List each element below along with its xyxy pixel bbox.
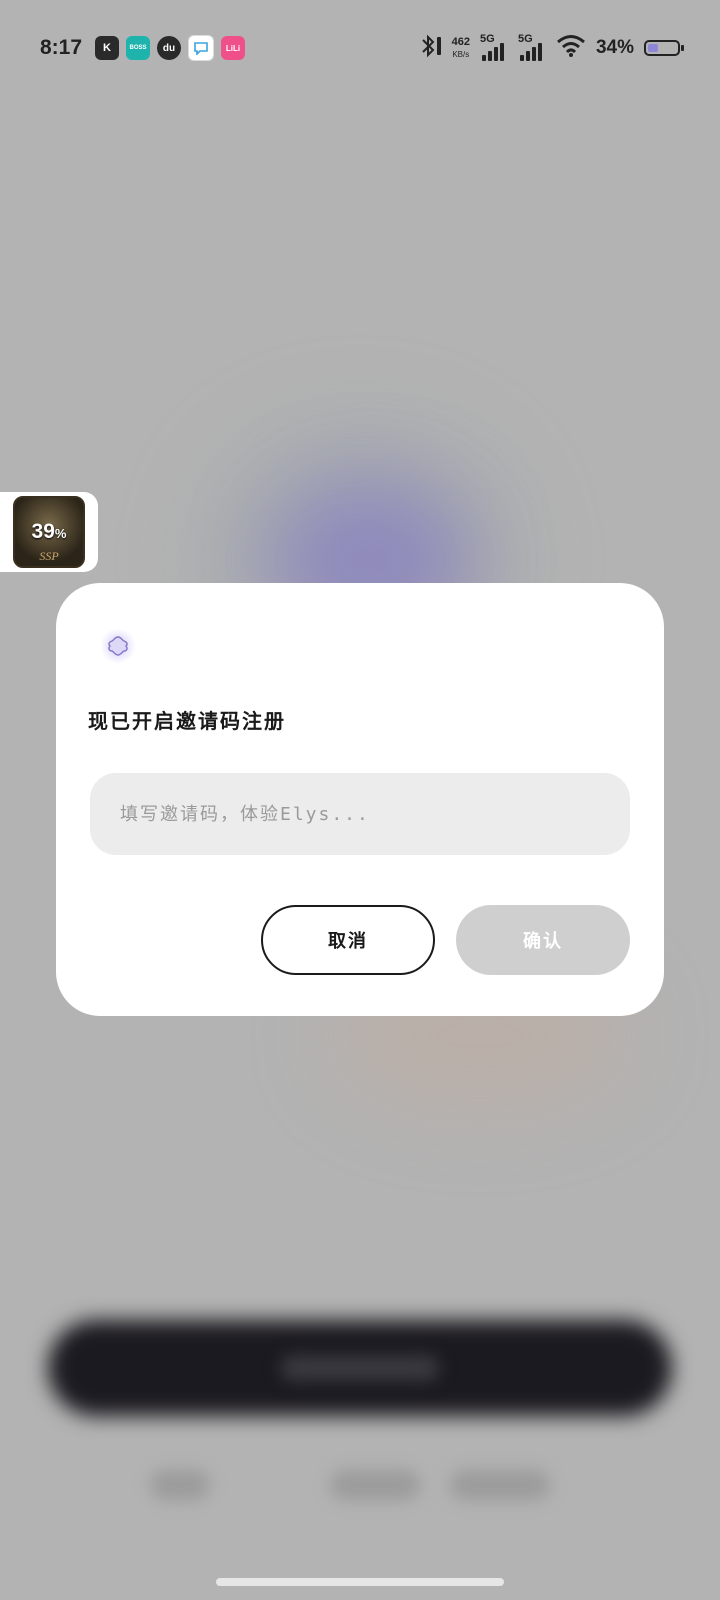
kuaishou-k-icon: K (95, 36, 120, 60)
cancel-button[interactable]: 取消 (261, 905, 435, 975)
dewu-icon: du (157, 36, 182, 60)
invite-code-input[interactable] (90, 773, 630, 855)
floating-progress-widget[interactable]: 39% SSP (0, 492, 98, 572)
chat-bubble-icon (188, 35, 215, 61)
floating-widget-percent: 39% (31, 520, 67, 543)
bluetooth-icon (418, 33, 442, 64)
battery-icon (644, 40, 684, 56)
signal-5g-icon: 5G (480, 33, 508, 63)
status-time: 8:17 (40, 36, 83, 59)
boss-zhipin-icon: BOSS (126, 36, 151, 60)
invite-code-dialog: 现已开启邀请码注册 取消 确认 (56, 583, 664, 1016)
wifi-icon (556, 34, 586, 63)
background-action-label (280, 1355, 440, 1381)
dialog-title: 现已开启邀请码注册 (88, 709, 286, 733)
app-logo-icon (100, 628, 136, 664)
floating-widget-thumbnail: 39% SSP (13, 496, 85, 568)
bilibili-icon: LiLi (221, 36, 246, 60)
battery-percent: 34% (595, 37, 634, 58)
confirm-button[interactable]: 确认 (456, 905, 630, 975)
signal-5g-icon-2: 5G (518, 33, 546, 63)
network-speed: 462 KB/s (451, 36, 470, 59)
home-indicator[interactable] (216, 1578, 504, 1586)
floating-widget-sublabel: SSP (39, 549, 59, 563)
status-bar: 8:17 K BOSS du LiLi 462 KB/s 5G 5G 34% (0, 0, 720, 96)
